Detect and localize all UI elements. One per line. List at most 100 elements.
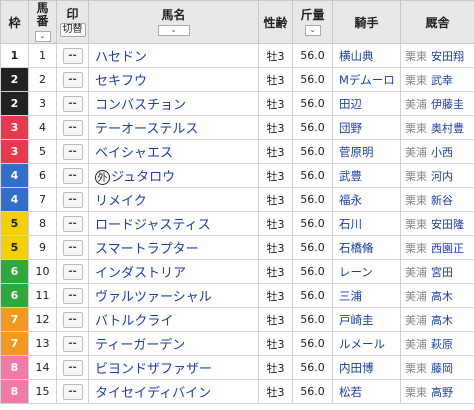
trainer-link[interactable]: 宮田 (431, 266, 453, 279)
trainer-cell[interactable]: 栗東 奥村豊 (400, 115, 474, 140)
mark-select-button[interactable]: -- (62, 96, 83, 112)
horse-name-cell[interactable]: ハセドン (88, 43, 259, 68)
trainer-cell[interactable]: 栗東 河内 (400, 163, 474, 188)
mark-cell[interactable]: -- (56, 331, 89, 356)
mark-cell[interactable]: -- (56, 139, 89, 164)
horse-name-link[interactable]: リメイク (95, 194, 147, 209)
jockey-cell[interactable]: 福永 (332, 187, 401, 212)
jockey-cell[interactable]: Mデムーロ (332, 67, 401, 92)
trainer-link[interactable]: 奥村豊 (431, 122, 464, 135)
jockey-link[interactable]: ルメール (339, 337, 385, 351)
mark-cell[interactable]: -- (56, 187, 89, 212)
jockey-link[interactable]: 内田博 (339, 361, 374, 375)
horse-name-link[interactable]: ティーガーデン (95, 338, 185, 353)
trainer-link[interactable]: 萩原 (431, 338, 453, 351)
trainer-link[interactable]: 伊藤圭 (431, 98, 464, 111)
trainer-link[interactable]: 安田隆 (431, 218, 464, 231)
jockey-link[interactable]: 松若 (339, 385, 362, 399)
jockey-cell[interactable]: 田辺 (332, 91, 401, 116)
mark-cell[interactable]: -- (56, 163, 89, 188)
trainer-link[interactable]: 安田翔 (431, 50, 464, 63)
trainer-link[interactable]: 高木 (431, 314, 453, 327)
horse-name-cell[interactable]: リメイク (88, 187, 259, 212)
trainer-cell[interactable]: 栗東 武幸 (400, 67, 474, 92)
jockey-cell[interactable]: 武豊 (332, 163, 401, 188)
jockey-cell[interactable]: ルメール (332, 331, 401, 356)
horse-name-cell[interactable]: 外ジュタロウ (88, 163, 259, 188)
trainer-cell[interactable]: 美浦 高木 (400, 283, 474, 308)
jockey-cell[interactable]: 三浦 (332, 283, 401, 308)
jockey-link[interactable]: 武豊 (339, 169, 362, 183)
sort-chevron-icon[interactable]: ⌄ (34, 31, 51, 42)
mark-select-button[interactable]: -- (62, 312, 83, 328)
horse-name-link[interactable]: タイセイディバイン (95, 386, 211, 401)
mark-cell[interactable]: -- (56, 67, 89, 92)
horse-name-cell[interactable]: コンバスチョン (88, 91, 259, 116)
trainer-link[interactable]: 高木 (431, 290, 453, 303)
horse-name-cell[interactable]: スマートラプター (88, 235, 259, 260)
trainer-cell[interactable]: 栗東 新谷 (400, 187, 474, 212)
trainer-cell[interactable]: 美浦 宮田 (400, 259, 474, 284)
jockey-link[interactable]: 戸崎圭 (339, 313, 374, 327)
horse-name-cell[interactable]: ロードジャスティス (88, 211, 259, 236)
jockey-link[interactable]: Mデムーロ (339, 73, 395, 87)
horse-name-link[interactable]: ハセドン (95, 50, 147, 65)
horse-name-link[interactable]: ロードジャスティス (95, 218, 211, 233)
mark-select-button[interactable]: -- (62, 72, 83, 88)
jockey-cell[interactable]: 団野 (332, 115, 401, 140)
horse-name-cell[interactable]: ビヨンドザファザー (88, 355, 259, 380)
horse-name-cell[interactable]: バトルクライ (88, 307, 259, 332)
horse-name-link[interactable]: ビヨンドザファザー (95, 362, 212, 377)
mark-select-button[interactable]: -- (62, 264, 83, 280)
trainer-cell[interactable]: 栗東 高野 (400, 379, 474, 404)
trainer-cell[interactable]: 美浦 高木 (400, 307, 474, 332)
trainer-cell[interactable]: 栗東 藤岡 (400, 355, 474, 380)
horse-name-link[interactable]: インダストリア (95, 266, 186, 281)
header-weight[interactable]: 斤量 ⌄ (292, 0, 333, 44)
trainer-link[interactable]: 武幸 (431, 74, 453, 87)
mark-cell[interactable]: -- (56, 115, 89, 140)
mark-cell[interactable]: -- (56, 211, 89, 236)
horse-name-cell[interactable]: タイセイディバイン (88, 379, 259, 404)
mark-cell[interactable]: -- (56, 307, 89, 332)
horse-name-cell[interactable]: インダストリア (88, 259, 259, 284)
mark-toggle-button[interactable]: 切替 (59, 22, 86, 37)
trainer-cell[interactable]: 栗東 安田隆 (400, 211, 474, 236)
jockey-link[interactable]: 団野 (339, 121, 362, 135)
horse-name-link[interactable]: ヴァルツァーシャル (95, 290, 212, 305)
mark-select-button[interactable]: -- (62, 216, 83, 232)
trainer-cell[interactable]: 栗東 安田翔 (400, 43, 474, 68)
jockey-cell[interactable]: 横山典 (332, 43, 401, 68)
mark-select-button[interactable]: -- (62, 144, 83, 160)
horse-name-cell[interactable]: テーオーステルス (88, 115, 259, 140)
horse-name-link[interactable]: テーオーステルス (95, 122, 198, 137)
jockey-link[interactable]: 福永 (339, 193, 362, 207)
mark-select-button[interactable]: -- (62, 120, 83, 136)
trainer-link[interactable]: 小西 (431, 146, 453, 159)
mark-select-button[interactable]: -- (62, 384, 83, 400)
horse-name-link[interactable]: コンバスチョン (95, 98, 186, 113)
horse-name-link[interactable]: ベイシャエス (95, 146, 173, 161)
mark-cell[interactable]: -- (56, 355, 89, 380)
jockey-link[interactable]: 横山典 (339, 49, 374, 63)
jockey-link[interactable]: 菅原明 (339, 145, 374, 159)
jockey-link[interactable]: 石川 (339, 217, 362, 231)
mark-select-button[interactable]: -- (62, 360, 83, 376)
jockey-cell[interactable]: 戸崎圭 (332, 307, 401, 332)
horse-name-cell[interactable]: セキフウ (88, 67, 259, 92)
jockey-cell[interactable]: 石橋脩 (332, 235, 401, 260)
trainer-link[interactable]: 藤岡 (431, 362, 453, 375)
trainer-cell[interactable]: 美浦 萩原 (400, 331, 474, 356)
trainer-link[interactable]: 西園正 (431, 242, 464, 255)
jockey-cell[interactable]: 松若 (332, 379, 401, 404)
mark-select-button[interactable]: -- (62, 288, 83, 304)
horse-name-link[interactable]: スマートラプター (95, 242, 199, 257)
jockey-cell[interactable]: 内田博 (332, 355, 401, 380)
horse-name-cell[interactable]: ヴァルツァーシャル (88, 283, 259, 308)
jockey-link[interactable]: 田辺 (339, 97, 362, 111)
mark-cell[interactable]: -- (56, 283, 89, 308)
mark-cell[interactable]: -- (56, 379, 89, 404)
trainer-link[interactable]: 高野 (431, 386, 453, 399)
mark-cell[interactable]: -- (56, 259, 89, 284)
sort-chevron-icon[interactable]: ⌄ (304, 24, 321, 36)
